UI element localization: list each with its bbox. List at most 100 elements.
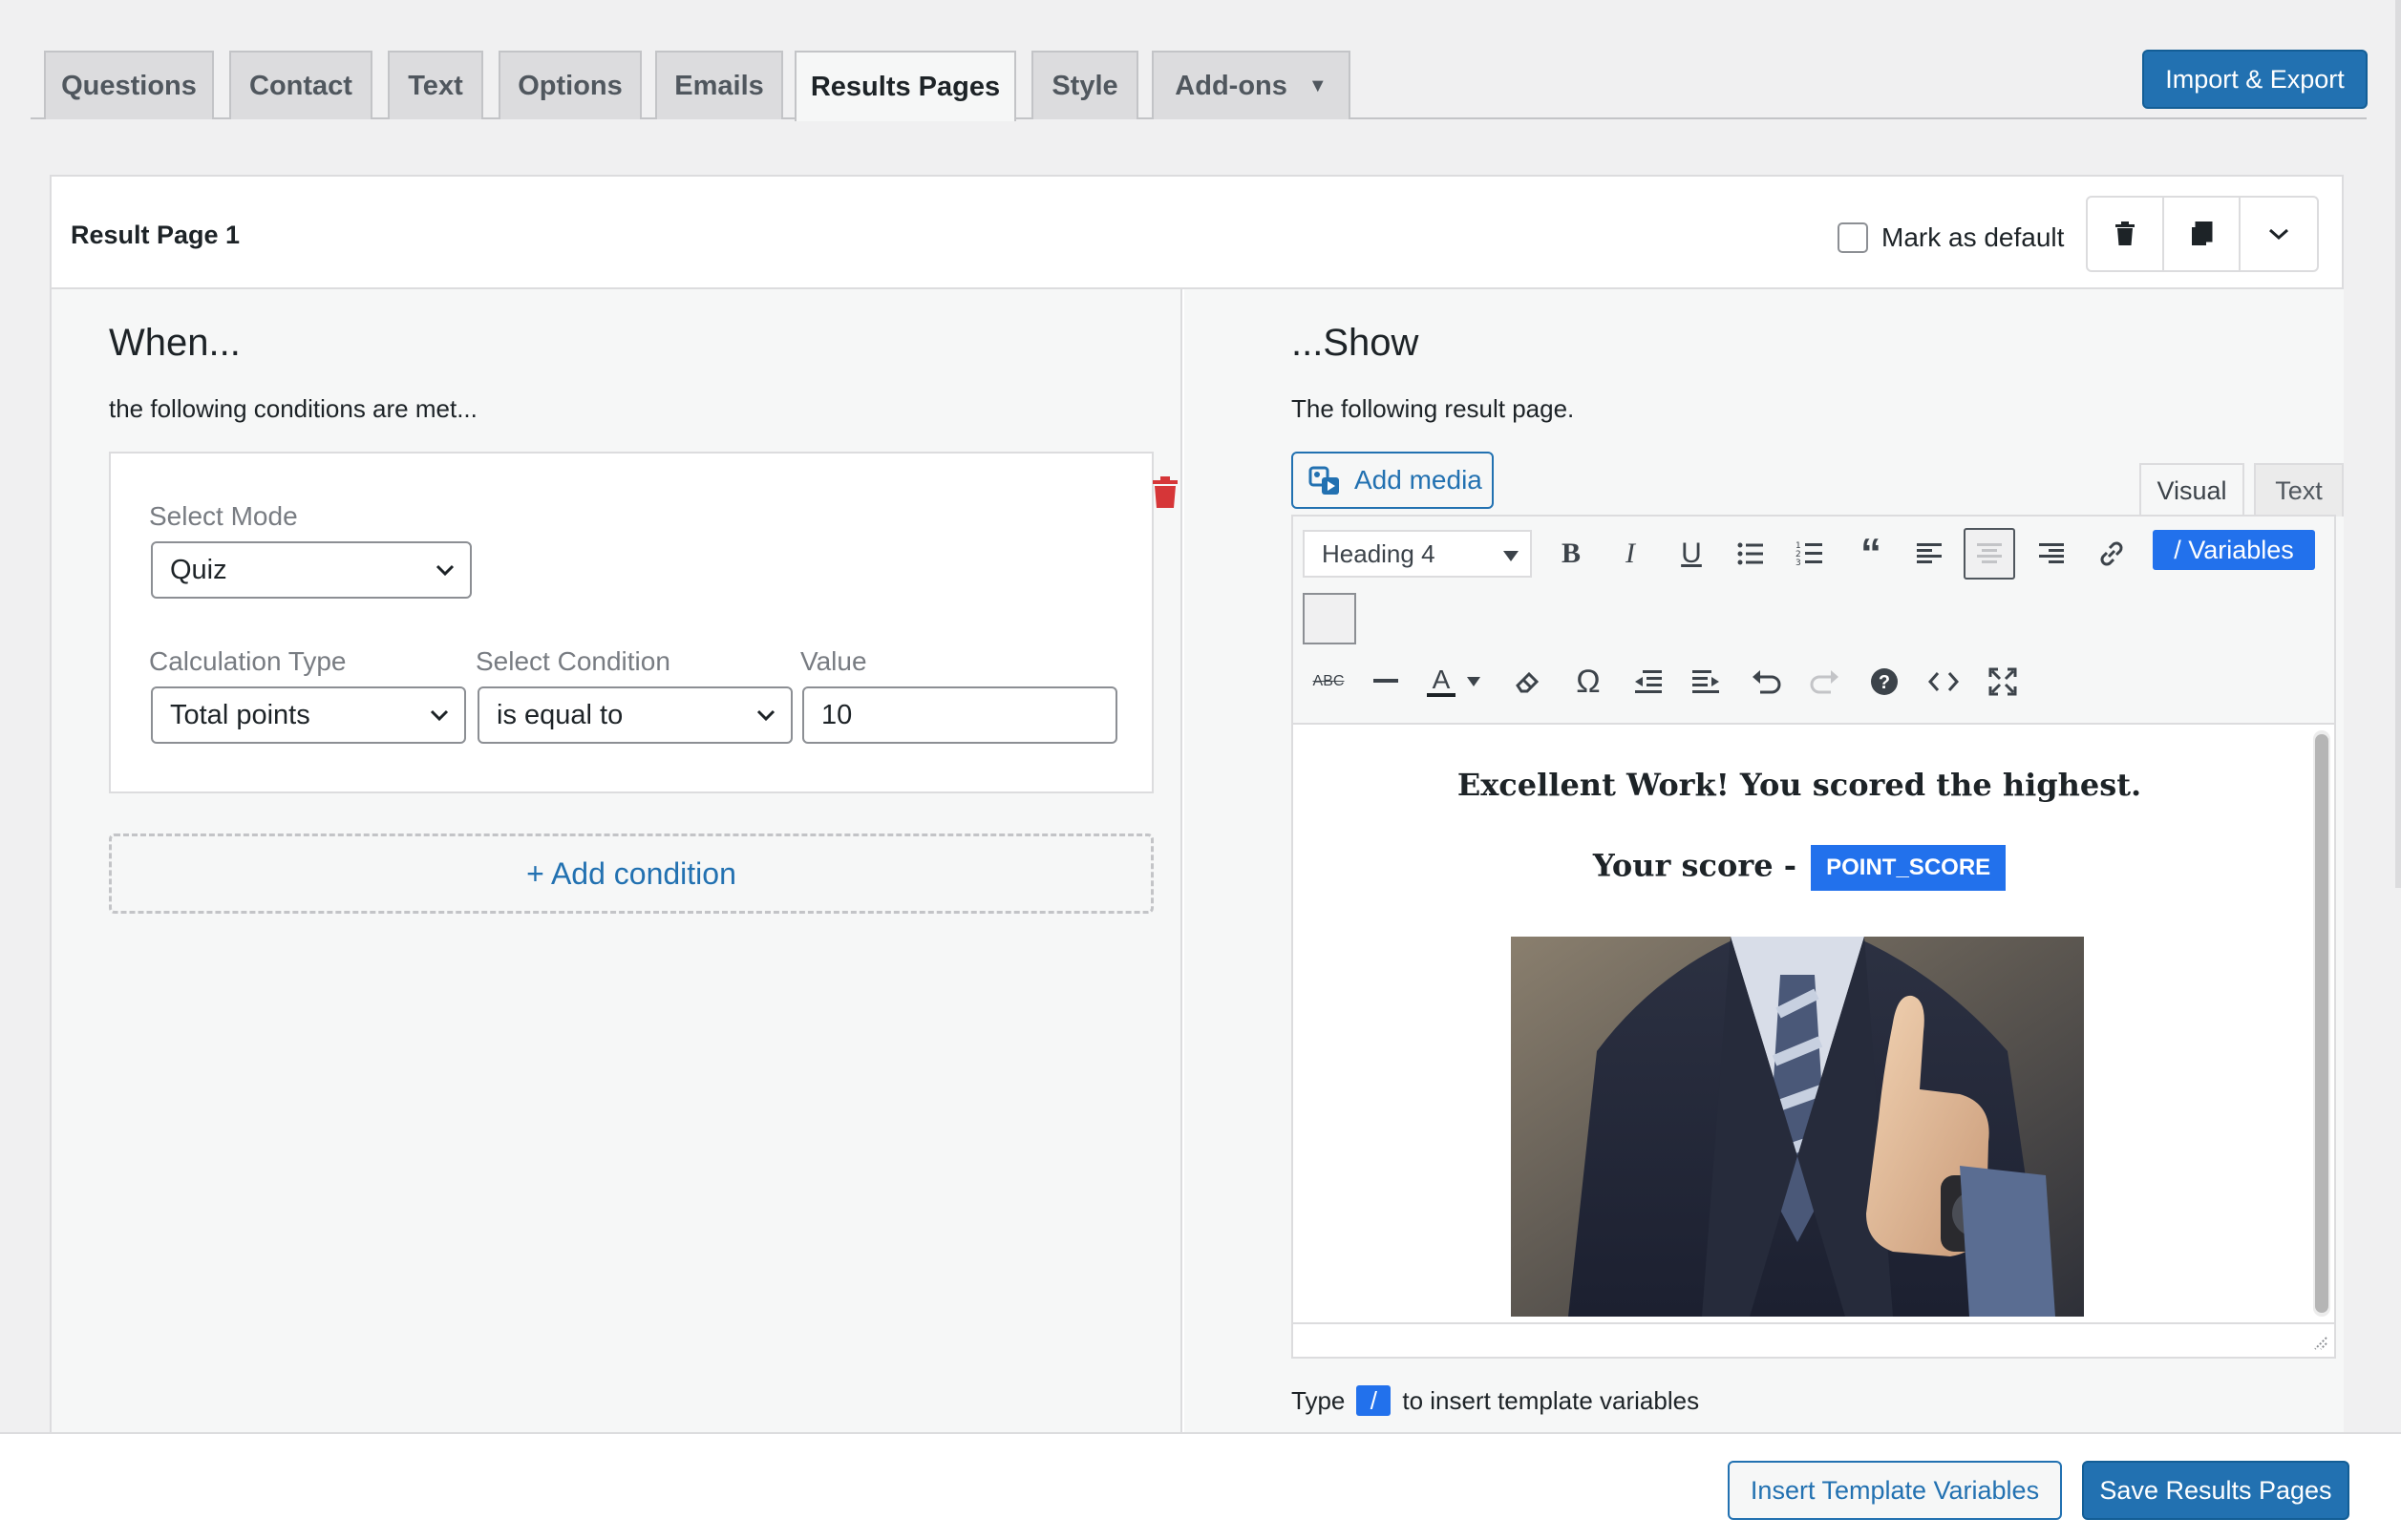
outdent-icon[interactable] [1622, 656, 1673, 707]
mark-default-label: Mark as default [1881, 222, 2065, 252]
template-variable-hint: Type / to insert template variables [1291, 1385, 1699, 1416]
caret-down-icon: ▼ [1307, 74, 1328, 96]
svg-text:A: A [1433, 665, 1451, 694]
table-icon[interactable] [1303, 593, 1356, 644]
trash-icon [2115, 222, 2135, 245]
result-page-actions [2086, 196, 2319, 272]
special-character-icon[interactable]: Ω [1562, 656, 1614, 707]
result-page-card: Result Page 1 Mark as default When... th… [50, 175, 2344, 1540]
calculation-type-value: Total points [170, 699, 310, 730]
tab-emails[interactable]: Emails [655, 51, 783, 119]
align-center-icon[interactable] [1964, 528, 2015, 580]
redo-icon[interactable] [1799, 656, 1851, 707]
link-icon[interactable] [2086, 528, 2137, 580]
chevron-down-icon [430, 709, 449, 722]
resize-handle-icon[interactable] [2311, 1334, 2328, 1351]
tab-label: Contact [249, 70, 352, 101]
format-select-value: Heading 4 [1322, 538, 1435, 568]
result-page-title: Result Page 1 [71, 221, 241, 249]
hint-suffix: to insert template variables [1402, 1385, 1700, 1415]
svg-text:?: ? [1879, 672, 1890, 693]
result-content-panel: ...Show The following result page. Add m… [1184, 289, 2344, 1540]
strikethrough-icon[interactable]: ABC [1303, 656, 1354, 707]
fullscreen-icon[interactable] [1977, 656, 2029, 707]
mark-default-checkbox[interactable] [1838, 222, 1868, 253]
tab-options[interactable]: Options [499, 51, 642, 119]
underline-icon[interactable]: U [1666, 528, 1717, 580]
tab-contact[interactable]: Contact [229, 51, 372, 119]
save-results-pages-button[interactable]: Save Results Pages [2082, 1461, 2349, 1520]
media-icon [1308, 466, 1339, 495]
show-subtext: The following result page. [1291, 394, 1575, 423]
collapse-page-button[interactable] [2241, 198, 2317, 270]
tab-label: Text [408, 70, 463, 101]
select-mode-label: Select Mode [149, 501, 298, 531]
calculation-type-dropdown[interactable]: Total points [151, 686, 466, 744]
tab-text-editor[interactable]: Text [2254, 463, 2344, 517]
when-subtext: the following conditions are met... [109, 394, 478, 423]
tab-label: Results Pages [810, 71, 1001, 102]
text-color-caret-icon[interactable] [1459, 656, 1488, 707]
align-right-icon[interactable] [2025, 528, 2076, 580]
blockquote-icon[interactable]: “ [1845, 528, 1897, 580]
scrollbar-thumb[interactable] [2315, 734, 2328, 1313]
calculation-type-label: Calculation Type [149, 646, 347, 676]
indent-icon[interactable] [1681, 656, 1732, 707]
horizontal-line-icon[interactable] [1360, 656, 1412, 707]
bullet-list-icon[interactable] [1725, 528, 1776, 580]
editor-content-area[interactable]: Excellent Work! You scored the highest. … [1291, 723, 2336, 1324]
tab-add-ons[interactable]: Add-ons ▼ [1152, 51, 1350, 119]
condition-card: Select Mode Quiz Calculation Type Total … [109, 452, 1178, 793]
caret-down-icon [1503, 551, 1519, 561]
code-icon[interactable] [1918, 656, 1969, 707]
editor-status-bar [1291, 1324, 2336, 1359]
page-scrollbar[interactable] [2395, 0, 2401, 888]
editor-scrollbar[interactable] [2313, 730, 2330, 1317]
tab-visual[interactable]: Visual [2139, 463, 2244, 517]
add-condition-button[interactable]: + Add condition [109, 833, 1154, 914]
tab-questions[interactable]: Questions [44, 51, 214, 119]
hint-prefix: Type [1291, 1385, 1346, 1415]
settings-tabs: Questions Contact Text Options Emails Re… [31, 51, 2367, 121]
tab-results-pages[interactable]: Results Pages [795, 51, 1016, 121]
value-input[interactable]: 10 [802, 686, 1117, 744]
content-heading: Excellent Work! You scored the highest. [1456, 767, 2142, 803]
value-label: Value [800, 646, 867, 676]
score-line: Your score - POINT_SCORE [1293, 845, 2305, 891]
format-select[interactable]: Heading 4 [1303, 530, 1532, 578]
add-media-button[interactable]: Add media [1291, 452, 1494, 509]
italic-icon[interactable]: I [1604, 528, 1656, 580]
chevron-down-icon [2269, 228, 2288, 241]
copy-icon [2192, 222, 2213, 245]
duplicate-page-button[interactable] [2164, 198, 2241, 270]
thumbs-up-image[interactable] [1511, 937, 2084, 1317]
value-input-text: 10 [821, 699, 853, 730]
delete-condition-button[interactable] [1152, 476, 1179, 514]
bold-icon[interactable]: B [1545, 528, 1597, 580]
chevron-down-icon [756, 709, 776, 722]
select-mode-dropdown[interactable]: Quiz [151, 541, 472, 599]
select-condition-dropdown[interactable]: is equal to [478, 686, 793, 744]
import-export-button[interactable]: Import & Export [2142, 50, 2368, 109]
variables-button[interactable]: / Variables [2153, 530, 2315, 570]
tab-style[interactable]: Style [1031, 51, 1138, 119]
result-page-header: Result Page 1 Mark as default [52, 177, 2342, 289]
clear-formatting-icon[interactable] [1501, 656, 1553, 707]
align-left-icon[interactable] [1904, 528, 1956, 580]
select-mode-value: Quiz [170, 554, 227, 585]
chevron-down-icon [436, 564, 455, 577]
when-heading: When... [109, 322, 241, 364]
insert-template-variables-button[interactable]: Insert Template Variables [1728, 1461, 2062, 1520]
tab-text[interactable]: Text [388, 51, 483, 119]
tab-label: Questions [61, 70, 197, 101]
tab-label: Add-ons [1175, 70, 1287, 101]
undo-icon[interactable] [1740, 656, 1792, 707]
show-heading: ...Show [1291, 322, 1419, 364]
footer-bar: Insert Template Variables Save Results P… [0, 1432, 2401, 1540]
svg-text:3: 3 [1795, 559, 1801, 567]
mark-default-toggle[interactable]: Mark as default [1838, 222, 2064, 253]
tab-label: Options [518, 70, 623, 101]
help-icon[interactable]: ? [1859, 656, 1910, 707]
delete-page-button[interactable] [2088, 198, 2164, 270]
numbered-list-icon[interactable]: 123 [1784, 528, 1836, 580]
